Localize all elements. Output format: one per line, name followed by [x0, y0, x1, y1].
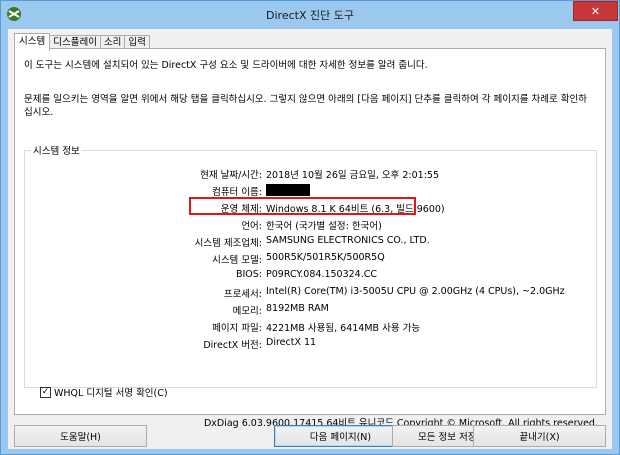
next-page-button[interactable]: 다음 페이지(N): [274, 425, 407, 447]
processor-value: Intel(R) Core(TM) i3-5005U CPU @ 2.00GHz…: [266, 286, 565, 297]
directx-version-label: DirectX 버전:: [203, 340, 262, 351]
computer-name-label: 컴퓨터 이름:: [212, 187, 262, 198]
directx-version-value: DirectX 11: [266, 337, 317, 348]
title-bar[interactable]: DirectX 진단 도구 ✕: [1, 1, 619, 29]
window-title: DirectX 진단 도구: [266, 9, 354, 22]
manufacturer-value: SAMSUNG ELECTRONICS CO., LTD.: [266, 235, 430, 246]
exit-button[interactable]: 끝내기(X): [473, 425, 606, 447]
page-file-label: 페이지 파일:: [212, 323, 262, 334]
system-info-group: 시스템 정보 현재 날짜/시간: 2018년 10월 26일 금요일, 오후 2…: [24, 143, 598, 388]
memory-value: 8192MB RAM: [266, 303, 329, 314]
whql-checkbox-row[interactable]: ✓ WHQL 디지털 서명 확인(C): [40, 385, 168, 399]
row-memory: 메모리: 8192MB RAM: [25, 303, 598, 317]
help-button[interactable]: 도움말(H): [14, 425, 147, 447]
dxdiag-window: DirectX 진단 도구 ✕ 시스템 디스플레이 소리 입력 이 도구는 시스…: [0, 0, 620, 455]
client-area: 시스템 디스플레이 소리 입력 이 도구는 시스템에 설치되어 있는 Direc…: [8, 29, 612, 449]
whql-checkbox[interactable]: ✓: [40, 386, 51, 398]
row-system-manufacturer: 시스템 제조업체: SAMSUNG ELECTRONICS CO., LTD.: [25, 235, 598, 249]
language-label: 언어:: [241, 221, 262, 232]
row-computer-name: 컴퓨터 이름:: [25, 184, 598, 198]
processor-label: 프로세서:: [223, 289, 262, 300]
row-current-datetime: 현재 날짜/시간: 2018년 10월 26일 금요일, 오후 2:01:55: [25, 167, 598, 181]
datetime-label: 현재 날짜/시간:: [200, 170, 262, 181]
language-value: 한국어 (국가별 설정: 한국어): [266, 221, 382, 232]
row-processor: 프로세서: Intel(R) Core(TM) i3-5005U CPU @ 2…: [25, 286, 598, 300]
row-system-model: 시스템 모델: 500R5K/501R5K/500R5Q: [25, 252, 598, 266]
row-page-file: 페이지 파일: 4221MB 사용됨, 6414MB 사용 가능: [25, 320, 598, 334]
model-value: 500R5K/501R5K/500R5Q: [266, 252, 385, 263]
os-highlight-box: [189, 197, 416, 215]
memory-label: 메모리:: [232, 306, 262, 317]
system-tab-panel: 이 도구는 시스템에 설치되어 있는 DirectX 구성 요소 및 드라이버에…: [14, 48, 606, 429]
intro-text-1: 이 도구는 시스템에 설치되어 있는 DirectX 구성 요소 및 드라이버에…: [24, 60, 428, 71]
bios-value: P09RCY.084.150324.CC: [266, 269, 378, 280]
row-bios: BIOS: P09RCY.084.150324.CC: [25, 269, 598, 283]
row-directx-version: DirectX 버전: DirectX 11: [25, 337, 598, 351]
system-info-group-label: 시스템 정보: [31, 143, 82, 157]
row-language: 언어: 한국어 (국가별 설정: 한국어): [25, 218, 598, 232]
intro-text-2: 문제를 일으키는 영역을 알면 위에서 해당 탭을 클릭하십시오. 그렇지 않으…: [24, 94, 587, 118]
whql-checkbox-label: WHQL 디지털 서명 확인(C): [54, 388, 168, 399]
redacted-block: [266, 184, 310, 196]
page-file-value: 4221MB 사용됨, 6414MB 사용 가능: [266, 323, 421, 334]
manufacturer-label: 시스템 제조업체:: [194, 238, 262, 249]
tab-system[interactable]: 시스템: [14, 33, 51, 51]
bios-label: BIOS:: [235, 269, 262, 280]
close-button[interactable]: ✕: [573, 1, 618, 21]
model-label: 시스템 모델:: [212, 255, 262, 266]
datetime-value: 2018년 10월 26일 금요일, 오후 2:01:55: [266, 170, 440, 181]
tab-strip: 시스템 디스플레이 소리 입력: [14, 33, 150, 51]
